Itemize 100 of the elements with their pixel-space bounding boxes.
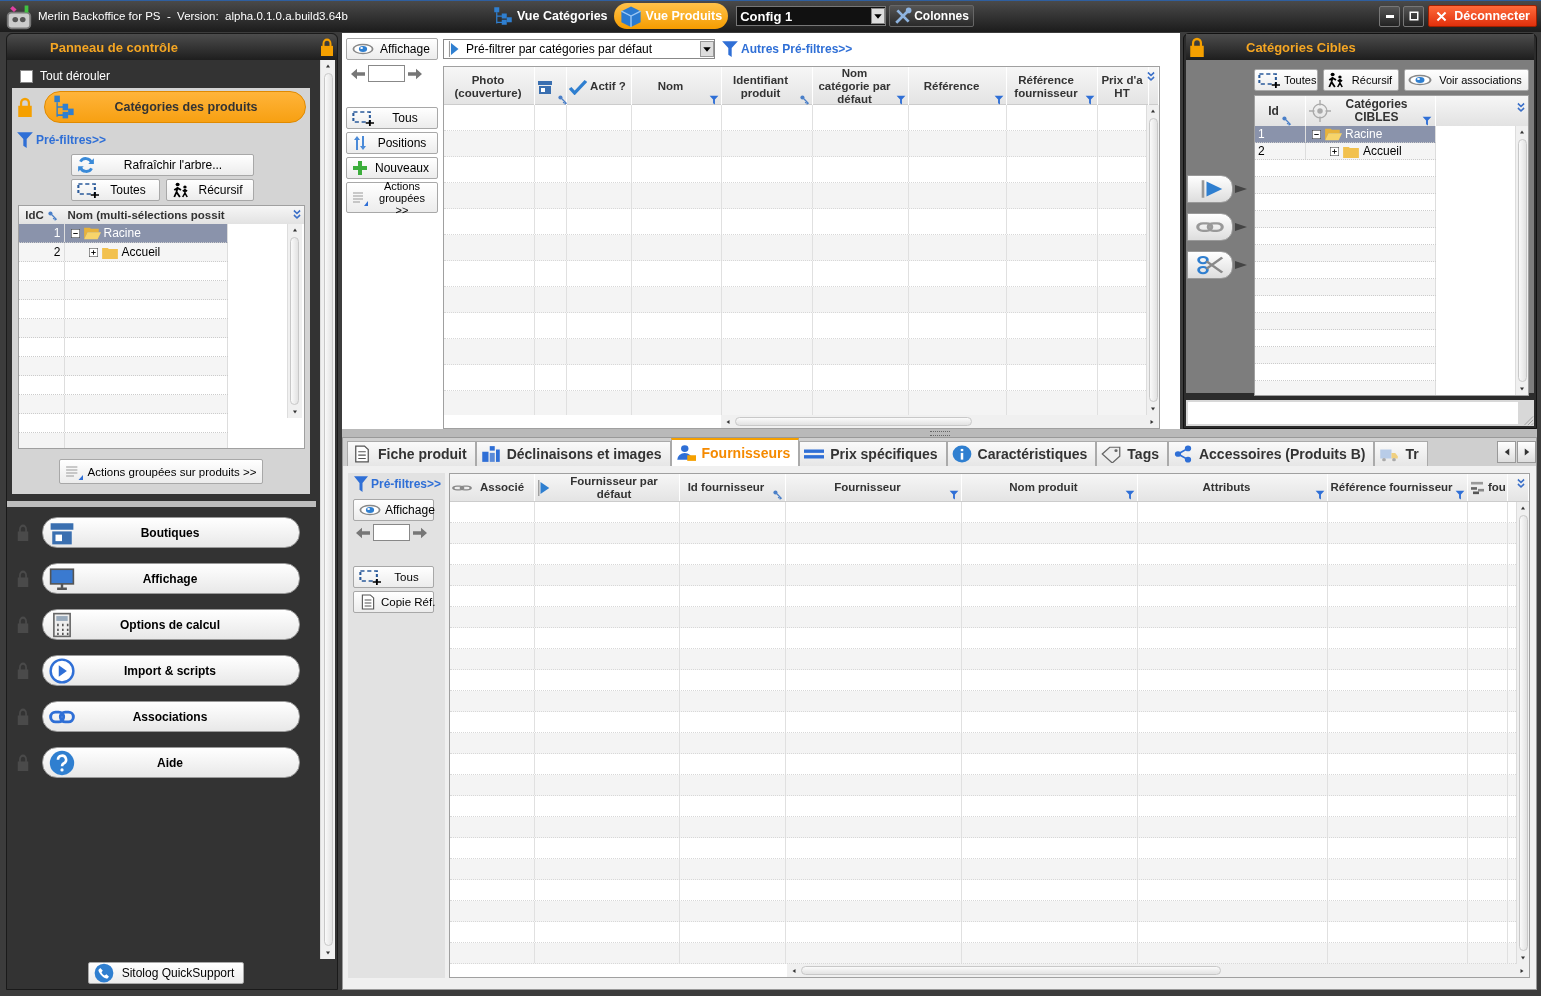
horizontal-scrollbar[interactable] — [721, 415, 1159, 428]
lock-icon — [16, 97, 34, 117]
menu-button[interactable]: Options de calcul — [42, 609, 300, 640]
column-header: Id fournisseur — [686, 481, 766, 494]
column-header: Photo (couverture) — [453, 73, 523, 100]
side-button[interactable]: Positions — [346, 132, 438, 154]
side-button[interactable]: Tous — [353, 566, 434, 588]
more-columns-icon — [1516, 102, 1526, 114]
column-header: Associé — [478, 481, 526, 494]
expand-all-checkbox[interactable]: Tout dérouler — [20, 69, 316, 83]
down-arrow-icon — [324, 949, 332, 957]
column-header: Nom produit — [1008, 481, 1079, 494]
column-header: Référence fournisseur — [1013, 73, 1079, 100]
recursive-button[interactable]: Récursif — [165, 179, 254, 201]
scroll-left-button[interactable] — [1497, 441, 1516, 463]
column-header: Actif ? — [589, 80, 627, 93]
tab[interactable]: Accessoires (Produits B) — [1167, 441, 1375, 466]
lock-icon — [319, 38, 335, 56]
column-header: Prix d'a HT — [1100, 73, 1144, 100]
dropdown-caret-icon — [871, 8, 886, 24]
cube-icon — [619, 5, 642, 27]
column-header: Attributs — [1201, 481, 1252, 494]
vertical-scrollbar[interactable] — [320, 60, 335, 959]
menu-button[interactable]: Import & scripts — [42, 655, 300, 686]
tree-row[interactable]: 2 Accueil — [18, 243, 228, 262]
vertical-scrollbar[interactable] — [1516, 502, 1529, 964]
open-folder-icon — [82, 226, 101, 240]
bulk-actions-button[interactable]: Actions groupées sur produits >> — [59, 459, 263, 484]
filter-icon — [1125, 490, 1135, 500]
horizontal-scrollbar[interactable] — [787, 964, 1529, 977]
refresh-icon — [76, 156, 95, 174]
close-icon — [1435, 9, 1449, 23]
panel-title: Panneau de contrôle — [50, 39, 178, 55]
prefilters-link[interactable]: Pré-filtres>> — [353, 475, 445, 493]
document-copy-icon — [359, 594, 377, 610]
eye-icon — [1408, 72, 1432, 88]
more-columns-icon — [1146, 71, 1156, 83]
lock-icon — [1188, 37, 1206, 57]
tab[interactable]: Caractéristiques — [946, 441, 1097, 466]
left-arrow-icon — [355, 525, 371, 540]
cut-button[interactable] — [1187, 251, 1233, 279]
target-button[interactable]: Toutes — [1254, 69, 1318, 91]
tab[interactable]: Tags — [1096, 441, 1168, 466]
target-button[interactable]: Récursif — [1323, 69, 1399, 91]
prefilter-dropdown[interactable]: Pré-filtrer par catégories par défaut — [443, 39, 715, 59]
tree-row[interactable]: 2 Accueil — [1255, 143, 1436, 160]
plus-icon — [352, 160, 368, 176]
other-prefilters-link[interactable]: Autres Pré-filtres>> — [721, 40, 853, 58]
filter-icon — [353, 475, 369, 493]
product-categories-button[interactable]: Catégories des produits — [44, 91, 306, 123]
tab[interactable]: Prix spécifiques — [799, 441, 947, 466]
quick-support-button[interactable]: Sitolog QuickSupport — [88, 962, 244, 984]
target-button[interactable]: Voir associations — [1404, 69, 1529, 91]
logout-button[interactable]: Déconnecter — [1428, 5, 1537, 27]
assign-button[interactable] — [1187, 175, 1233, 203]
tab[interactable]: Déclinaisons et images — [475, 441, 671, 466]
minimize-icon — [1385, 14, 1394, 18]
config-dropdown[interactable]: Config 1 — [736, 6, 887, 26]
menu-button[interactable]: Boutiques — [42, 517, 300, 548]
hierarchy-icon — [493, 6, 513, 26]
maximize-icon — [1407, 10, 1420, 22]
down-arrow-icon — [1518, 385, 1526, 393]
display-button[interactable]: Affichage — [353, 499, 434, 521]
menu-button[interactable]: Affichage — [42, 563, 300, 594]
side-button[interactable]: Tous — [346, 107, 438, 129]
filter-icon — [1315, 490, 1325, 500]
tab[interactable]: Tr — [1374, 441, 1428, 466]
share-icon — [1172, 445, 1193, 463]
page-field[interactable] — [373, 524, 410, 541]
walking-people-icon — [1327, 72, 1345, 88]
up-arrow-icon — [290, 226, 299, 234]
menu-button[interactable]: Aide — [42, 747, 300, 778]
side-button[interactable]: Nouveaux — [346, 157, 438, 179]
menu-button[interactable]: Associations — [42, 701, 300, 732]
link-button[interactable] — [1187, 213, 1233, 241]
tab[interactable]: Fiche produit — [347, 441, 476, 466]
columns-button[interactable]: Colonnes — [889, 5, 974, 27]
side-button[interactable]: Copie Réf. — [353, 591, 434, 613]
id-text: 1 — [53, 226, 61, 240]
maximize-button[interactable] — [1403, 5, 1425, 27]
refresh-tree-button[interactable]: Rafraîchir l'arbre... — [70, 154, 254, 176]
vertical-scrollbar[interactable] — [1146, 105, 1159, 415]
vertical-scrollbar[interactable] — [1515, 126, 1528, 395]
page-field[interactable] — [368, 65, 405, 82]
info-icon — [951, 445, 972, 463]
list-icon — [65, 463, 83, 480]
scroll-right-button[interactable] — [1517, 441, 1536, 463]
view-tab[interactable]: Vue Catégories — [489, 3, 612, 29]
flag-icon — [537, 479, 551, 496]
monitor-icon — [49, 565, 75, 592]
vertical-scrollbar[interactable] — [286, 224, 302, 418]
minimize-button[interactable] — [1379, 5, 1401, 27]
display-button[interactable]: Affichage — [346, 38, 438, 60]
select-all-button[interactable]: Toutes — [70, 179, 160, 201]
selection-icon — [76, 182, 99, 198]
right-arrow-icon — [412, 525, 428, 540]
eye-icon — [352, 41, 374, 57]
side-button[interactable]: Actions groupées >> — [346, 182, 438, 213]
id-text: 2 — [53, 245, 61, 259]
hierarchy-icon — [53, 94, 75, 120]
